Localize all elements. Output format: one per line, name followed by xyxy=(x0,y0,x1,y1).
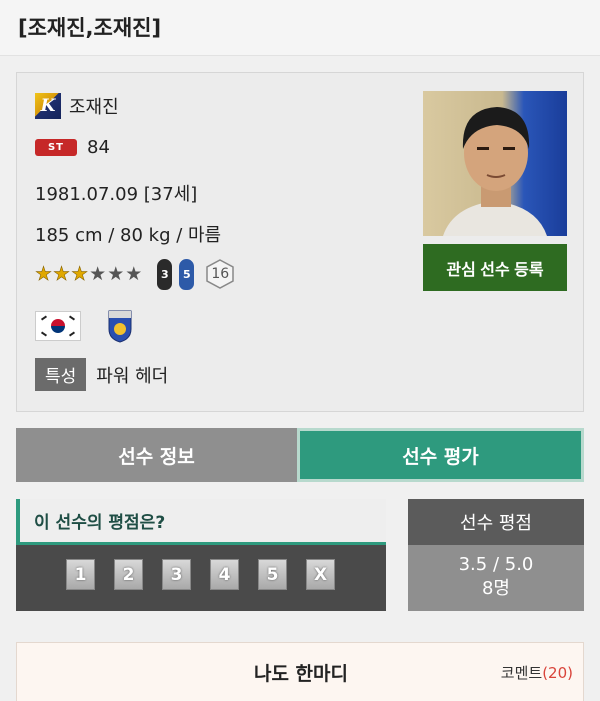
rate-4-button[interactable]: 4 xyxy=(210,559,239,590)
score-count: 8명 xyxy=(481,578,510,599)
comment-count-label: 코멘트 xyxy=(500,664,543,682)
rate-3-button[interactable]: 3 xyxy=(162,559,191,590)
comment-title: 나도 한마디 xyxy=(253,663,348,685)
star-filled-icon: ★ xyxy=(35,263,54,286)
nation-team-row xyxy=(35,309,133,343)
korea-flag-icon xyxy=(35,311,81,341)
score-panel: 선수 평점 3.5 / 5.0 8명 xyxy=(408,499,584,611)
comment-section: 나도 한마디 코멘트(20) xyxy=(16,642,584,701)
birth-date: 1981.07.09 [37세] xyxy=(35,184,198,205)
level-value: 16 xyxy=(211,266,230,282)
star-filled-icon: ★ xyxy=(71,263,90,286)
player-photo xyxy=(423,91,567,236)
rate-5-button[interactable]: 5 xyxy=(258,559,287,590)
name-row: K 조재진 xyxy=(35,93,119,119)
team-crest-icon xyxy=(107,309,133,343)
rate-cancel-button[interactable]: X xyxy=(306,559,335,590)
position-row: ST 84 xyxy=(35,137,110,158)
overall-rating: 84 xyxy=(87,137,110,158)
trait-row: 특성 파워 헤더 xyxy=(35,358,168,391)
body-info: 185 cm / 80 kg / 마름 xyxy=(35,225,222,246)
skills-row: ★ ★ ★ ★ ★ ★ 3 5 16 xyxy=(35,258,236,290)
rate-1-button[interactable]: 1 xyxy=(66,559,95,590)
star-filled-icon: ★ xyxy=(53,263,72,286)
tab-player-info[interactable]: 선수 정보 xyxy=(16,428,297,482)
page-header: [조재진,조재진] xyxy=(0,0,600,56)
score-title: 선수 평점 xyxy=(408,499,584,545)
score-value: 3.5 / 5.0 xyxy=(458,554,534,575)
level-hex-icon: 16 xyxy=(204,258,236,290)
right-foot-icon: 5 xyxy=(179,258,195,290)
star-empty-icon: ★ xyxy=(107,263,126,285)
k-league-icon: K xyxy=(35,93,61,119)
comment-count-number: (20) xyxy=(542,664,573,682)
rating-question: 이 선수의 평점은? xyxy=(16,499,386,545)
tab-player-review[interactable]: 선수 평가 xyxy=(297,428,584,482)
rate-2-button[interactable]: 2 xyxy=(114,559,143,590)
rating-panel: 이 선수의 평점은? 1 2 3 4 5 X xyxy=(16,499,386,611)
position-badge: ST xyxy=(35,139,77,156)
player-name: 조재진 xyxy=(69,97,119,118)
birth-row: 1981.07.09 [37세] xyxy=(35,180,197,206)
comment-count[interactable]: 코멘트(20) xyxy=(501,662,573,683)
star-empty-icon: ★ xyxy=(89,263,108,285)
rating-buttons: 1 2 3 4 5 X xyxy=(66,559,335,590)
add-favorite-button[interactable]: 관심 선수 등록 xyxy=(423,244,567,291)
tab-bar: 선수 정보 선수 평가 xyxy=(16,428,584,482)
star-empty-icon: ★ xyxy=(125,263,144,285)
body-row: 185 cm / 80 kg / 마름 xyxy=(35,221,221,247)
left-foot-icon: 3 xyxy=(157,258,173,290)
trait-value: 파워 헤더 xyxy=(96,365,169,387)
skill-stars: ★ ★ ★ ★ ★ ★ xyxy=(35,263,144,286)
trait-label: 특성 xyxy=(35,358,87,391)
page-title: [조재진,조재진] xyxy=(18,16,162,40)
player-card: K 조재진 ST 84 1981.07.09 [37세] 185 cm / 80… xyxy=(16,72,584,412)
